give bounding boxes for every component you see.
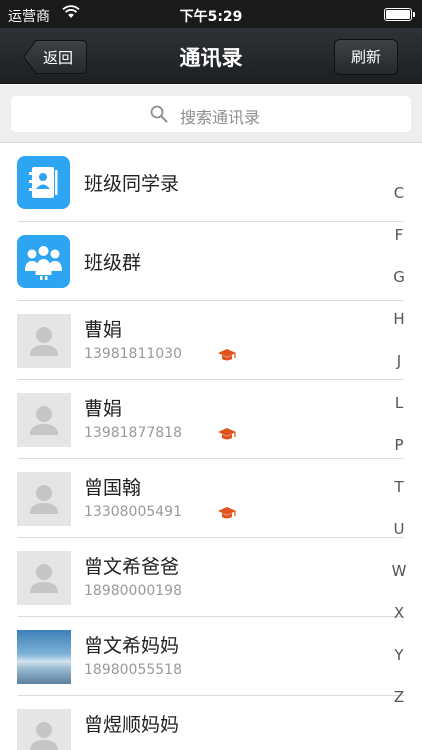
battery-icon [384,8,415,21]
graduation-cap-icon [217,505,237,519]
contact-name: 曾国翰 [84,477,142,499]
status-bar: 运营商 下午5:29 [0,0,422,28]
person-placeholder-icon [17,393,71,447]
search-bar: 搜索通讯录 [0,85,422,143]
index-letter[interactable]: Y [388,646,410,688]
index-letter[interactable]: G [388,268,410,310]
index-letter[interactable]: U [388,520,410,562]
list-item-class-group[interactable]: 班级群 [0,222,422,301]
entry-name: 班级群 [84,252,142,274]
index-letter[interactable]: T [388,478,410,520]
contact-phone: 18980000198 [84,583,182,599]
contact-list: 班级同学录 班级群 曹娟 13981811030 曹娟 13981877818 曾国翰 1… [0,143,422,750]
person-placeholder-icon [17,709,71,750]
contact-row[interactable]: 曹娟 13981877818 [0,380,422,459]
contact-name: 曹娟 [84,319,123,341]
search-input[interactable]: 搜索通讯录 [11,96,411,132]
contact-name: 曾文希妈妈 [84,635,180,657]
status-time: 下午5:29 [179,9,243,25]
alphabet-index[interactable]: CFGHJLPTUWXYZ [388,184,410,730]
contact-row[interactable]: 曾煜顺妈妈 [0,696,422,750]
contact-phone: 13981811030 [84,346,182,362]
contact-phone: 13308005491 [84,504,182,520]
contact-name: 曾煜顺妈妈 [84,714,180,736]
contact-row[interactable]: 曾文希爸爸 18980000198 [0,538,422,617]
search-placeholder: 搜索通讯录 [180,108,261,127]
person-placeholder-icon [17,314,71,368]
person-placeholder-icon [17,551,71,605]
contact-name: 曾文希爸爸 [84,556,180,578]
contacts-book-icon [17,156,70,209]
graduation-cap-icon [217,426,237,440]
index-letter[interactable]: F [388,226,410,268]
index-letter[interactable]: Z [388,688,410,730]
refresh-button[interactable]: 刷新 [334,39,398,75]
contact-phone: 18980055518 [84,662,182,678]
graduation-cap-icon [217,347,237,361]
contact-name: 曹娟 [84,398,123,420]
contact-photo [17,630,71,684]
contact-row[interactable]: 曾文希妈妈 18980055518 [0,617,422,696]
nav-bar: 返回 通讯录 刷新 [0,28,422,84]
group-icon [17,235,70,288]
list-item-class-roster[interactable]: 班级同学录 [0,143,422,222]
entry-name: 班级同学录 [84,173,180,195]
index-letter[interactable]: P [388,436,410,478]
index-letter[interactable]: H [388,310,410,352]
search-icon [150,105,168,123]
index-letter[interactable]: W [388,562,410,604]
index-letter[interactable]: X [388,604,410,646]
person-placeholder-icon [17,472,71,526]
index-letter[interactable]: C [388,184,410,226]
index-letter[interactable]: J [388,352,410,394]
index-letter[interactable]: L [388,394,410,436]
contact-row[interactable]: 曾国翰 13308005491 [0,459,422,538]
contact-row[interactable]: 曹娟 13981811030 [0,301,422,380]
contact-phone: 13981877818 [84,425,182,441]
